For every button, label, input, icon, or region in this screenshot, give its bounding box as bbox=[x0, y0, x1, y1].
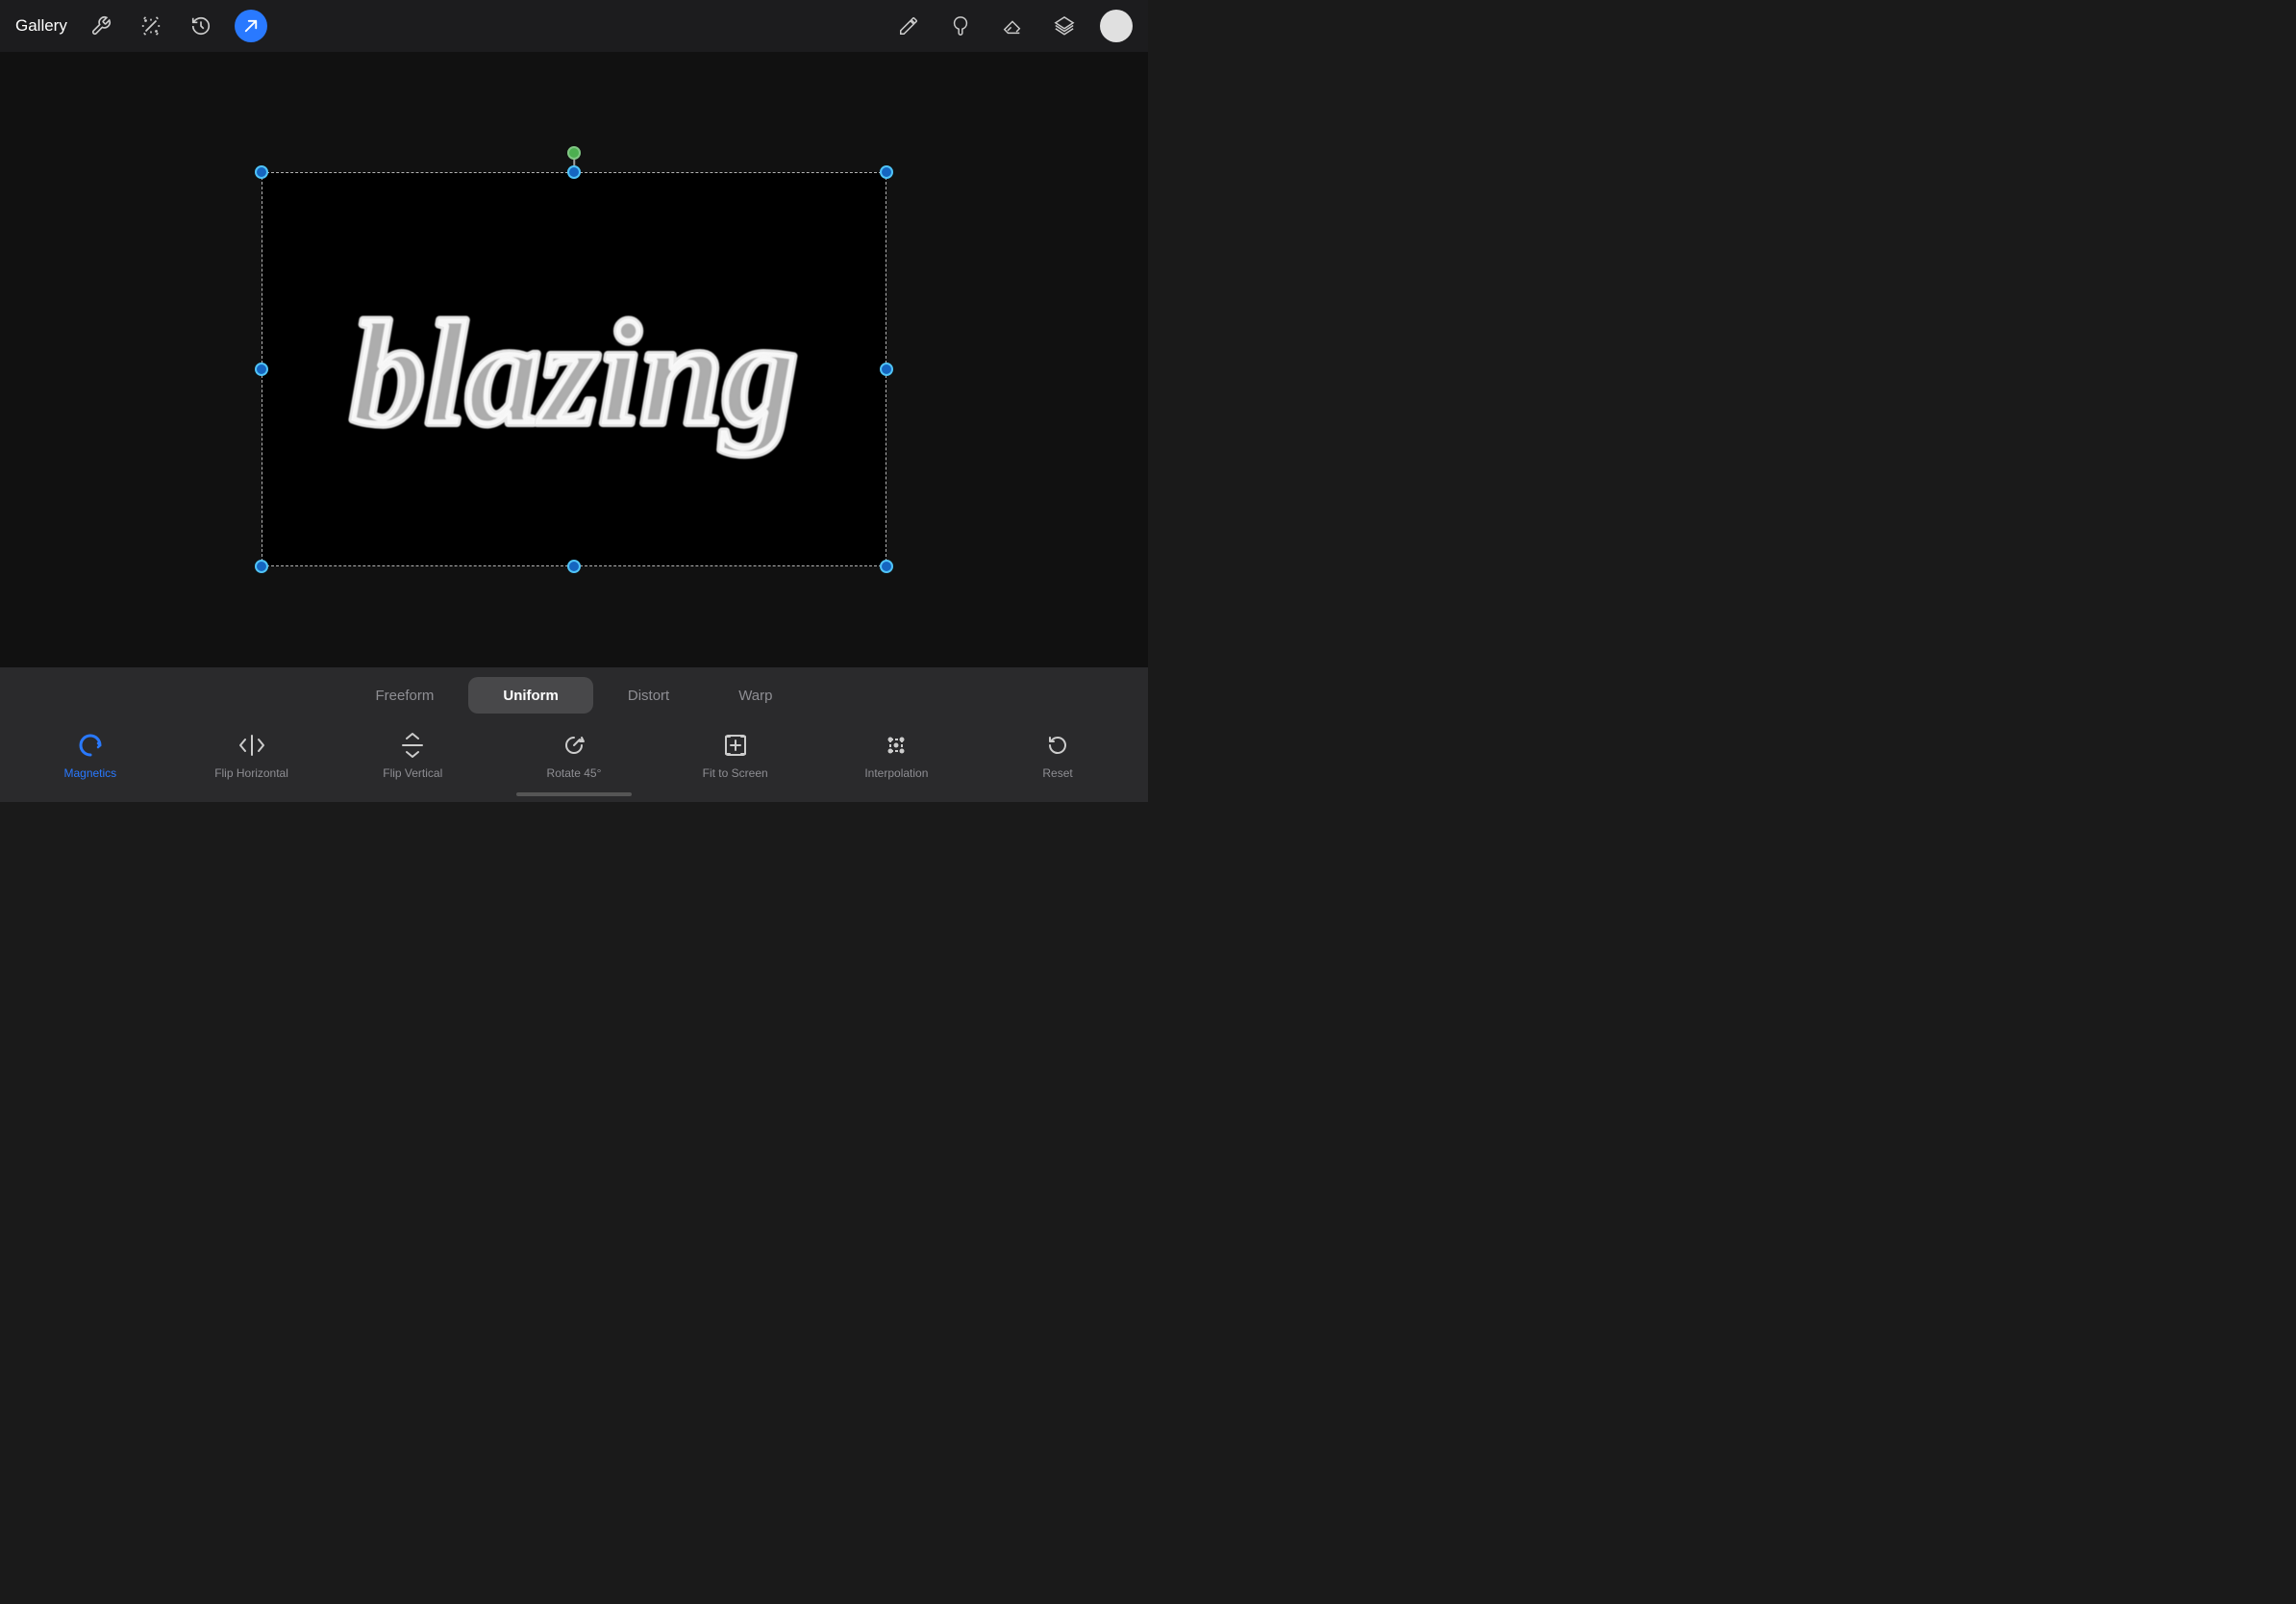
interpolation-label: Interpolation bbox=[864, 766, 928, 780]
arrow-up-right-icon bbox=[242, 17, 260, 35]
flip-vertical-action[interactable]: Flip Vertical bbox=[374, 729, 451, 780]
wrench-icon bbox=[90, 15, 112, 37]
top-navigation-bar: Gallery bbox=[0, 0, 1148, 52]
history-button[interactable] bbox=[185, 10, 217, 42]
magnetics-icon-container bbox=[74, 729, 107, 762]
reset-icon-container bbox=[1041, 729, 1074, 762]
transform-container: blazing blazing blazing bbox=[262, 153, 886, 566]
rotate-45-icon-container bbox=[558, 729, 590, 762]
fit-to-screen-action[interactable]: Fit to Screen bbox=[697, 729, 774, 780]
handle-middle-left[interactable] bbox=[255, 363, 268, 376]
smudge-button[interactable] bbox=[944, 10, 977, 42]
handle-middle-right[interactable] bbox=[880, 363, 893, 376]
magic-wand-icon bbox=[140, 15, 162, 37]
brush-button[interactable] bbox=[892, 10, 925, 42]
scroll-indicator bbox=[516, 792, 632, 796]
rotate-45-icon bbox=[561, 732, 587, 759]
magnetics-label: Magnetics bbox=[63, 766, 116, 780]
artwork-canvas: blazing blazing blazing bbox=[262, 172, 886, 566]
tab-distort[interactable]: Distort bbox=[593, 677, 704, 714]
top-bar-left: Gallery bbox=[15, 10, 267, 42]
eraser-icon bbox=[1002, 15, 1023, 37]
reset-label: Reset bbox=[1042, 766, 1072, 780]
handle-top-center[interactable] bbox=[567, 165, 581, 179]
fit-to-screen-label: Fit to Screen bbox=[703, 766, 768, 780]
tab-warp[interactable]: Warp bbox=[704, 677, 807, 714]
handle-top-right[interactable] bbox=[880, 165, 893, 179]
handle-bottom-center[interactable] bbox=[567, 560, 581, 573]
reset-action[interactable]: Reset bbox=[1019, 729, 1096, 780]
fit-to-screen-icon bbox=[722, 732, 749, 759]
fit-to-screen-icon-container bbox=[719, 729, 752, 762]
transform-tabs: Freeform Uniform Distort Warp bbox=[0, 667, 1148, 715]
interpolation-icon bbox=[883, 732, 910, 759]
rotation-handle[interactable] bbox=[567, 146, 581, 160]
transform-active-button[interactable] bbox=[235, 10, 267, 42]
flip-vertical-label: Flip Vertical bbox=[383, 766, 442, 780]
flip-horizontal-label: Flip Horizontal bbox=[214, 766, 288, 780]
top-bar-right bbox=[892, 10, 1133, 42]
rotate-45-label: Rotate 45° bbox=[547, 766, 602, 780]
magnetics-action[interactable]: Magnetics bbox=[52, 729, 129, 780]
gallery-button[interactable]: Gallery bbox=[15, 16, 67, 36]
transform-actions: Magnetics Flip Horizontal Flip Vertical bbox=[0, 715, 1148, 802]
rotate-45-action[interactable]: Rotate 45° bbox=[536, 729, 612, 780]
smudge-icon bbox=[950, 15, 971, 37]
canvas-area[interactable]: blazing blazing blazing bbox=[0, 52, 1148, 667]
settings-button[interactable] bbox=[85, 10, 117, 42]
adjustments-button[interactable] bbox=[135, 10, 167, 42]
eraser-button[interactable] bbox=[996, 10, 1029, 42]
interpolation-icon-container bbox=[880, 729, 912, 762]
blazing-artwork: blazing blazing blazing bbox=[262, 172, 886, 566]
bottom-toolbar: Freeform Uniform Distort Warp Magnetics bbox=[0, 667, 1148, 802]
flip-horizontal-icon bbox=[238, 732, 265, 759]
flip-horizontal-action[interactable]: Flip Horizontal bbox=[213, 729, 290, 780]
tab-freeform[interactable]: Freeform bbox=[341, 677, 469, 714]
layers-button[interactable] bbox=[1048, 10, 1081, 42]
interpolation-action[interactable]: Interpolation bbox=[858, 729, 935, 780]
flip-horizontal-icon-container bbox=[236, 729, 268, 762]
brush-icon bbox=[898, 15, 919, 37]
handle-bottom-right[interactable] bbox=[880, 560, 893, 573]
magnetics-icon bbox=[77, 732, 104, 759]
handle-top-left[interactable] bbox=[255, 165, 268, 179]
avatar-button[interactable] bbox=[1100, 10, 1133, 42]
tab-uniform[interactable]: Uniform bbox=[468, 677, 593, 714]
svg-text:blazing: blazing bbox=[350, 290, 797, 456]
history-icon bbox=[190, 15, 212, 37]
handle-bottom-left[interactable] bbox=[255, 560, 268, 573]
flip-vertical-icon-container bbox=[396, 729, 429, 762]
flip-vertical-icon bbox=[399, 732, 426, 759]
reset-icon bbox=[1044, 732, 1071, 759]
layers-icon bbox=[1054, 15, 1075, 37]
